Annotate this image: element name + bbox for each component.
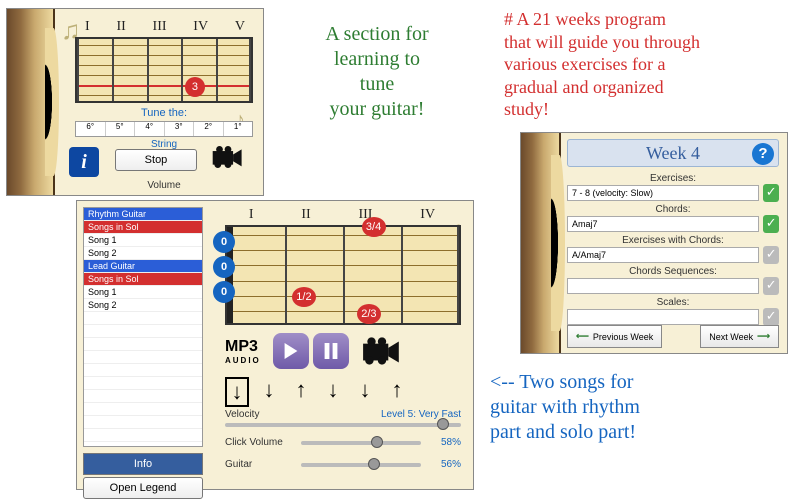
ex-chords-field[interactable] [567, 247, 759, 263]
volume-row: Volume [75, 180, 253, 191]
list-item [84, 312, 202, 325]
info-section: Info Open Legend [83, 453, 203, 499]
chords-field[interactable] [567, 216, 759, 232]
check-icon[interactable] [763, 215, 779, 233]
guitar-decor [7, 9, 55, 195]
guitar-volume-slider[interactable] [301, 463, 421, 467]
week-row: Chords: [567, 204, 779, 233]
week-header: Week 4 ? [567, 139, 779, 167]
sequences-field[interactable] [567, 278, 759, 294]
string-selector[interactable]: 6° 5° 4° 3° 2° 1° [75, 121, 253, 137]
week-row: Exercises: [567, 173, 779, 202]
exercises-field[interactable] [567, 185, 759, 201]
click-volume-value: 58% [427, 437, 461, 448]
guitar-decor [521, 133, 561, 353]
callout-program: # A 21 weeks programthat will guide you … [504, 8, 794, 121]
guitar-volume-row: Guitar 56% [225, 459, 461, 470]
list-item[interactable]: Song 2 [84, 247, 202, 260]
velocity-slider[interactable] [225, 423, 461, 427]
week-row: Scales: [567, 297, 779, 326]
strum-arrow: ↓ [225, 377, 249, 407]
camera-icon[interactable] [211, 144, 245, 170]
songs-panel: ♫ Rhythm Guitar Songs in Sol Song 1 Song… [76, 200, 474, 490]
stop-button[interactable]: Stop [115, 149, 197, 171]
week-title: Week 4 [646, 143, 700, 164]
week-nav: ⟵Previous Week Next Week⟶ [567, 325, 779, 348]
list-item[interactable]: Song 1 [84, 234, 202, 247]
info-icon[interactable]: i [69, 147, 99, 177]
strum-arrow: ↓ [353, 377, 377, 407]
tuner-fretboard: 3 [75, 37, 253, 103]
open-string-marker: 0 [213, 256, 235, 278]
check-icon[interactable] [763, 184, 779, 202]
tune-label: Tune the: [75, 107, 253, 119]
strum-arrow: ↓ [257, 377, 281, 407]
scales-field[interactable] [567, 309, 759, 325]
check-icon[interactable] [763, 246, 779, 264]
velocity-row: Velocity Level 5: Very Fast [225, 409, 461, 420]
click-volume-row: Click Volume 58% [225, 437, 461, 448]
prev-week-button[interactable]: ⟵Previous Week [567, 325, 662, 348]
strum-pattern: ↓ ↓ ↑ ↓ ↓ ↑ [225, 377, 409, 407]
player-controls: MP3AUDIO [225, 333, 403, 369]
open-legend-button[interactable]: Open Legend [83, 477, 203, 499]
finger-marker: 2/3 [357, 304, 381, 324]
callout-tuning: A section forlearning totuneyour guitar! [287, 22, 467, 122]
list-header: Rhythm Guitar [84, 208, 202, 221]
song-listbox[interactable]: Rhythm Guitar Songs in Sol Song 1 Song 2… [83, 207, 203, 447]
songs-fretboard: 0 0 0 3/4 1/2 2/3 [225, 225, 461, 325]
list-header: Lead Guitar [84, 260, 202, 273]
strum-arrow: ↑ [385, 377, 409, 407]
strum-arrow: ↓ [321, 377, 345, 407]
open-string-marker: 0 [213, 231, 235, 253]
week-row: Chords Sequences: [567, 266, 779, 295]
info-heading: Info [83, 453, 203, 475]
week-body: Exercises: Chords: Exercises with Chords… [567, 173, 779, 319]
next-week-button[interactable]: Next Week⟶ [700, 325, 779, 348]
click-volume-slider[interactable] [301, 441, 421, 445]
finger-marker: 3/4 [362, 217, 386, 237]
list-header: Songs in Sol [84, 221, 202, 234]
play-button[interactable] [273, 333, 309, 369]
weeks-panel: Week 4 ? Exercises: Chords: Exercises wi… [520, 132, 788, 354]
pause-button[interactable] [313, 333, 349, 369]
list-header: Songs in Sol [84, 273, 202, 286]
guitar-volume-value: 56% [427, 459, 461, 470]
strum-arrow: ↑ [289, 377, 313, 407]
fret-numbers: I II III IV [225, 207, 459, 223]
list-item[interactable]: Song 1 [84, 286, 202, 299]
mp3-icon: MP3AUDIO [225, 338, 261, 365]
week-row: Exercises with Chords: [567, 235, 779, 264]
finger-marker: 1/2 [292, 287, 316, 307]
velocity-value: Level 5: Very Fast [381, 409, 461, 420]
open-string-marker: 0 [213, 281, 235, 303]
callout-songs: <-- Two songs forguitar with rhythmpart … [490, 370, 780, 445]
list-item[interactable]: Song 2 [84, 299, 202, 312]
help-icon[interactable]: ? [752, 143, 774, 165]
camera-icon[interactable] [361, 335, 403, 367]
fret-numbers: I II III IV V [85, 19, 245, 35]
check-icon[interactable] [763, 308, 779, 326]
check-icon[interactable] [763, 277, 779, 295]
tuner-panel: ♫ ♪ I II III IV V 3 Tune the: 6° 5° 4° 3… [6, 8, 264, 196]
